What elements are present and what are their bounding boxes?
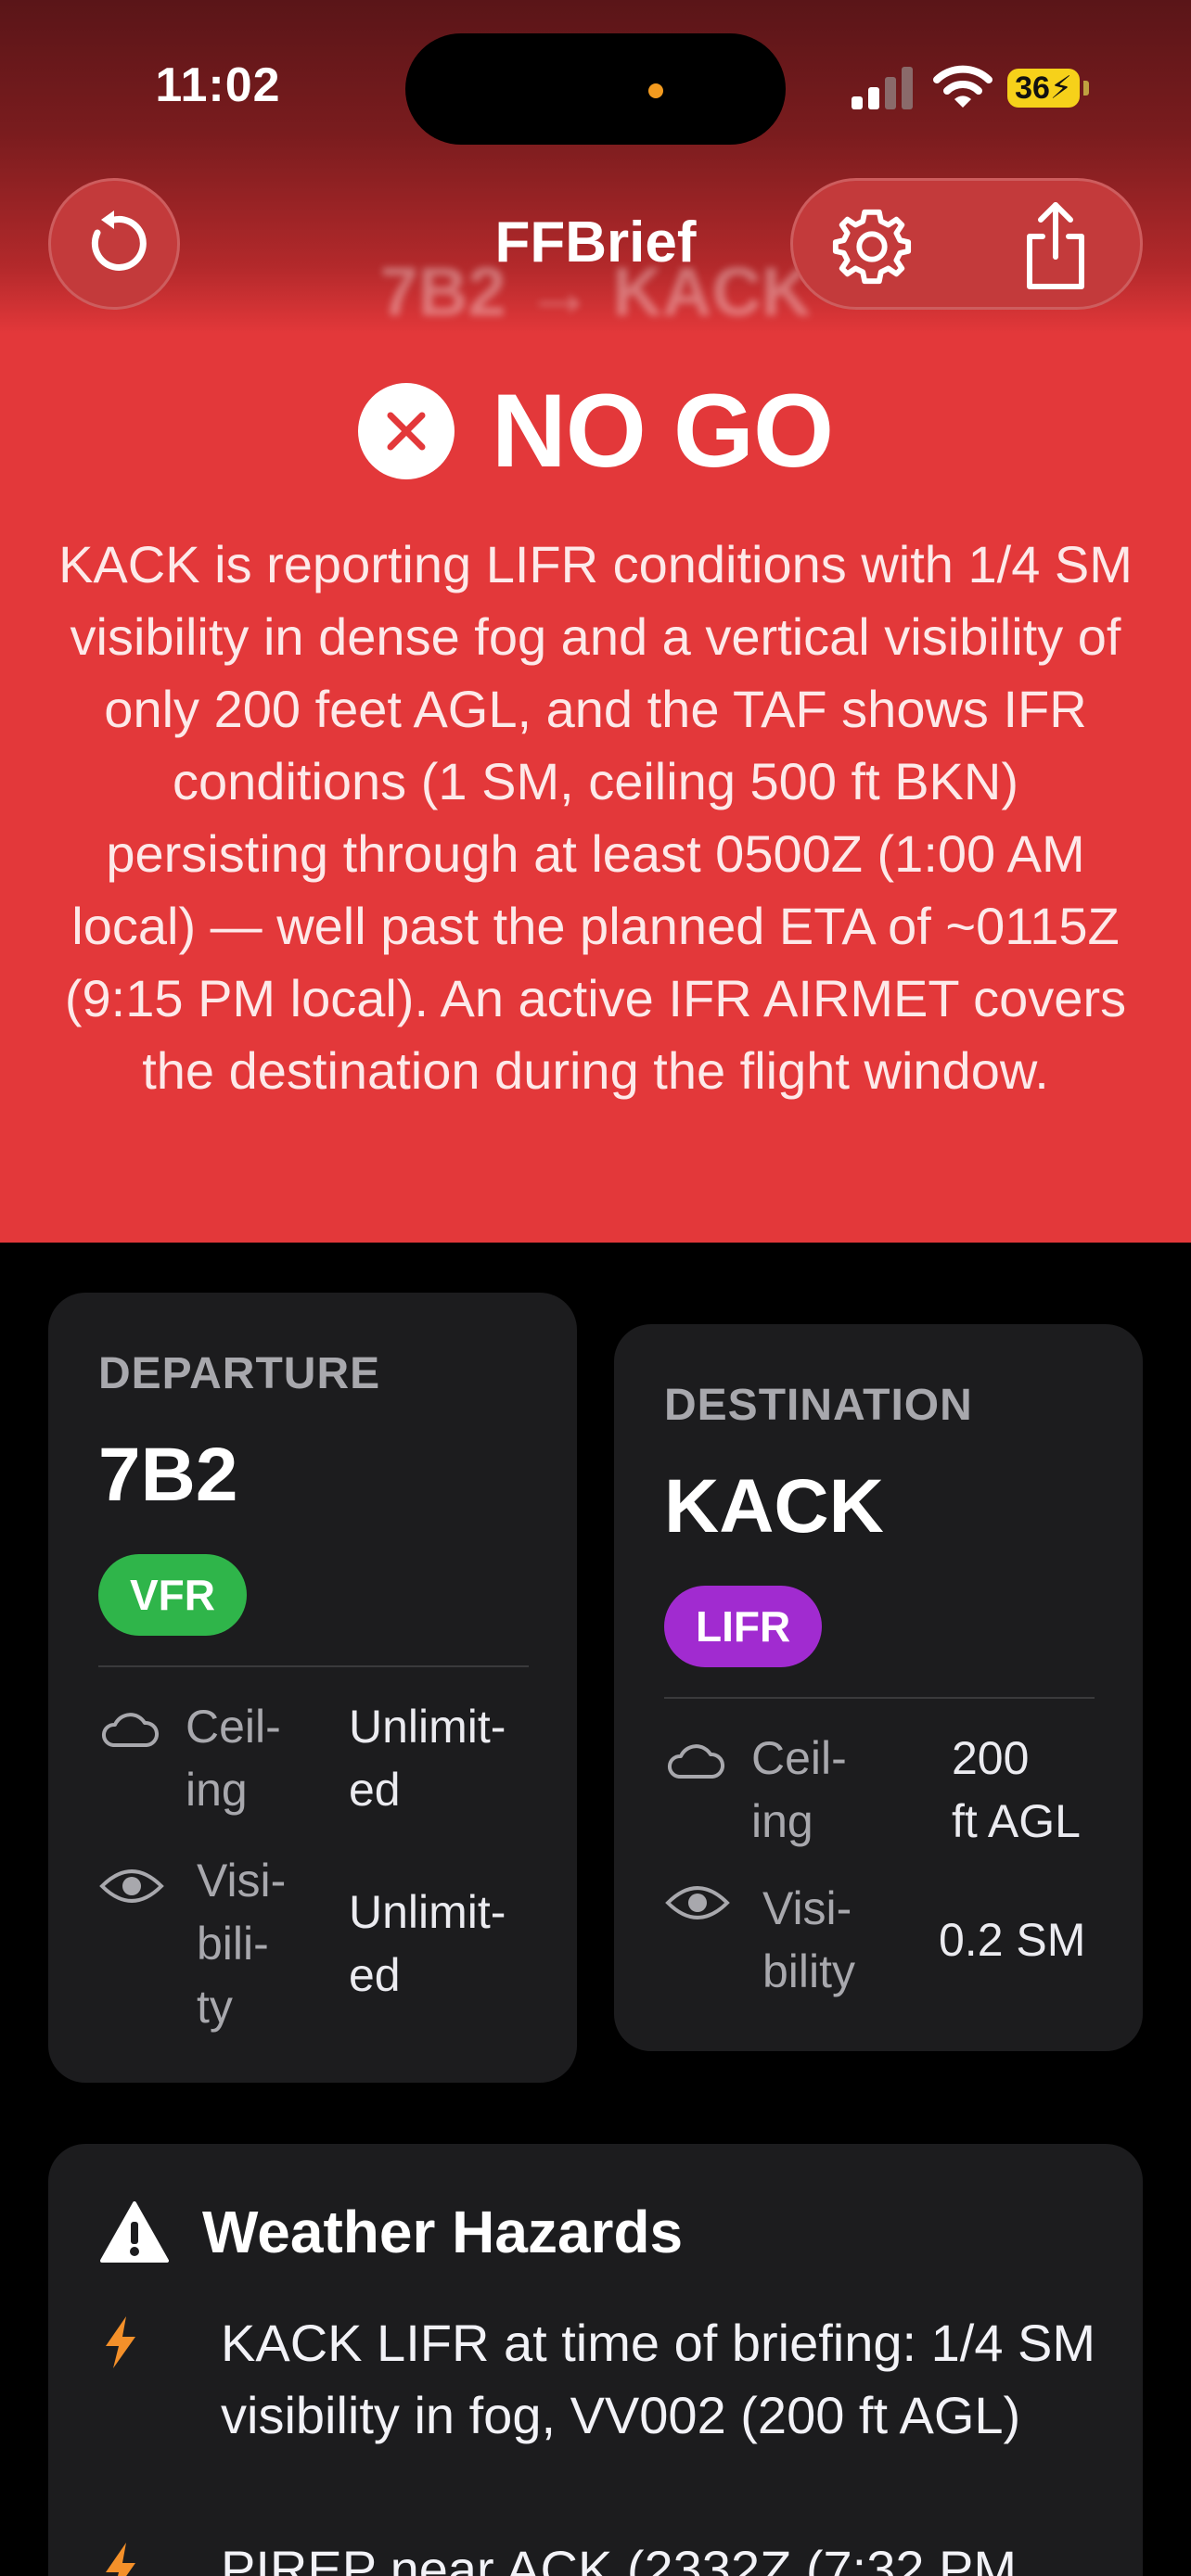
visibility-value: Unlimit- ed [349,1886,506,2001]
cellular-signal-icon [852,67,913,109]
x-circle-icon [357,382,455,479]
flight-category-badge: LIFR [664,1586,823,1667]
hazard-text: PIREP near ACK (2332Z (7:32 PM [221,2540,1018,2576]
settings-button[interactable] [830,205,914,288]
ceiling-label: Ceil- ing [186,1701,281,1816]
refresh-button[interactable] [48,178,180,310]
battery-nub [1083,81,1089,96]
ceiling-value: Unlimit- ed [349,1701,506,1816]
verdict-header: NO GO [0,371,1191,491]
verdict-label: NO GO [491,373,834,489]
nav-actions-group [790,178,1143,310]
dynamic-island [405,33,786,145]
verdict-banner: NO GO KACK is reporting LIFR conditions … [0,334,1191,1243]
destination-label: DESTINATION [664,1381,973,1430]
flight-category-badge: VFR [98,1554,247,1636]
cloud-icon [101,1713,159,1747]
destination-card[interactable]: DESTINATION KACK LIFR Ceil- ing 200 ft A… [614,1324,1143,2051]
verdict-summary: KACK is reporting LIFR conditions with 1… [58,535,1133,1100]
hazards-header: Weather Hazards [100,2198,683,2266]
bolt-icon [106,2543,135,2576]
status-bar: 11:02 36⚡ [0,0,1191,176]
battery-level: 36 [1015,70,1050,106]
charging-icon: ⚡ [1049,70,1072,106]
destination-code: KACK [664,1464,884,1549]
hazards-title: Weather Hazards [202,2199,684,2265]
app-title: FFBrief [494,210,697,274]
rotate-ccw-icon [91,210,147,271]
divider [664,1697,1095,1699]
battery-indicator: 36⚡ [1007,69,1080,108]
departure-code: 7B2 [98,1433,238,1517]
bolt-icon [106,2316,135,2368]
ceiling-label: Ceil- ing [751,1732,847,1847]
share-icon [1027,202,1084,289]
weather-hazards-card: Weather Hazards KACK LIFR at time of bri… [48,2144,1143,2576]
divider [98,1665,529,1667]
wifi-icon [933,65,992,108]
gear-icon [832,209,912,285]
cloud-icon [667,1744,724,1779]
eye-icon [665,1886,730,1919]
eye-icon [99,1869,164,1903]
ceiling-value: 200 ft AGL [952,1732,1081,1847]
visibility-value: 0.2 SM [939,1914,1086,1966]
visibility-label: Visi- bili- ty [197,1855,287,2033]
privacy-indicator [648,83,663,98]
departure-card[interactable]: DEPARTURE 7B2 VFR Ceil- ing Unlimit- ed … [48,1293,577,2083]
hazard-text: KACK LIFR at time of briefing: 1/4 SM vi… [221,2314,1096,2444]
warning-icon [100,2201,169,2263]
departure-label: DEPARTURE [98,1349,381,1398]
share-button[interactable] [1014,199,1097,292]
status-time: 11:02 [155,58,281,112]
visibility-label: Visi- bility [762,1882,856,1997]
